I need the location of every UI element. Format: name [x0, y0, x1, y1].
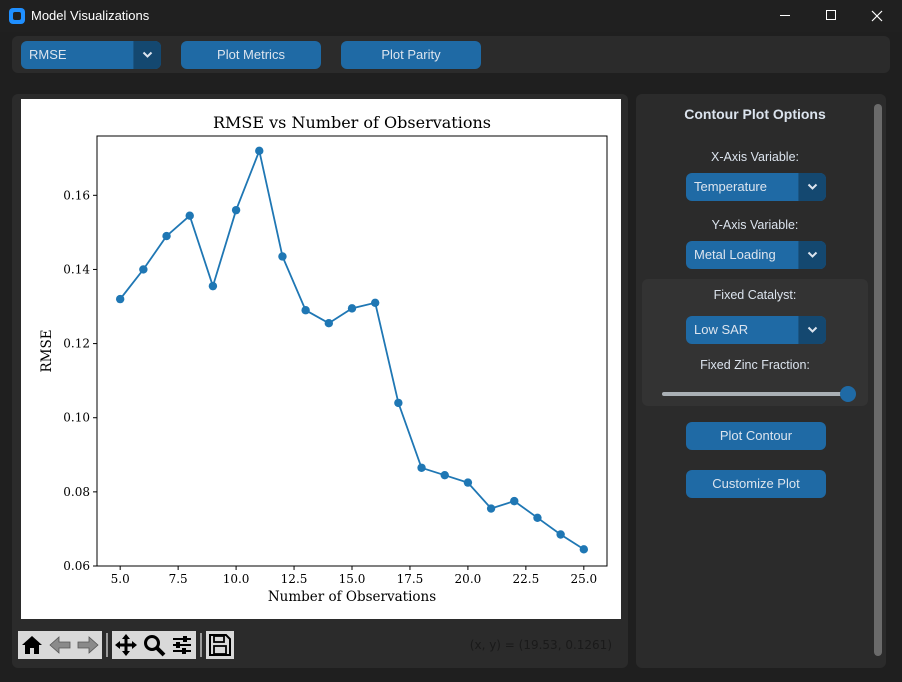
metric-select[interactable]: RMSE	[21, 41, 161, 69]
chevron-down-icon	[142, 51, 153, 58]
x-tick-label: 5.0	[111, 572, 130, 586]
app-icon	[9, 8, 25, 24]
title-bar: Model Visualizations	[0, 0, 902, 32]
chevron-down-icon	[807, 183, 818, 190]
y-tick-label: 0.16	[63, 188, 90, 202]
data-point	[185, 211, 194, 220]
data-point	[301, 306, 310, 315]
data-point	[533, 513, 542, 523]
configure-subplots-icon	[173, 636, 191, 654]
window-title: Model Visualizations	[31, 8, 150, 23]
back-icon	[49, 636, 71, 654]
data-point	[394, 398, 403, 408]
x-tick-label: 10.0	[223, 572, 250, 586]
y-axis-label: RMSE	[39, 329, 55, 372]
forward-icon	[77, 636, 99, 654]
panel-scrollbar[interactable]	[874, 104, 882, 656]
data-point	[231, 205, 241, 215]
data-point	[139, 265, 148, 274]
plot-parity-button[interactable]: Plot Parity	[341, 41, 481, 69]
x-axis-variable-select[interactable]: Temperature	[686, 173, 826, 201]
data-point	[162, 231, 171, 241]
x-tick-label: 22.5	[513, 572, 540, 586]
data-point	[556, 530, 565, 539]
configure-subplots-button[interactable]	[168, 631, 196, 659]
zoom-icon	[144, 635, 166, 657]
metric-select-value: RMSE	[29, 47, 67, 62]
home-button[interactable]	[18, 631, 46, 659]
fixed-catalyst-value: Low SAR	[694, 322, 749, 337]
close-button[interactable]	[854, 0, 900, 32]
y-tick-label: 0.06	[63, 559, 90, 573]
x-tick-label: 20.0	[455, 572, 482, 586]
home-icon	[22, 636, 42, 654]
plot-axes	[96, 135, 608, 567]
back-button[interactable]	[46, 631, 74, 659]
chart-title: RMSE vs Number of Observations	[213, 113, 491, 132]
data-point	[347, 304, 357, 313]
minimize-icon	[780, 15, 790, 16]
metric-select-dropdown[interactable]	[133, 41, 161, 69]
zinc-fraction-slider-handle[interactable]	[840, 386, 856, 402]
data-point	[579, 545, 589, 554]
x-tick-label: 7.5	[169, 572, 188, 586]
data-point	[370, 298, 380, 308]
forward-button[interactable]	[74, 631, 102, 659]
chart: RMSE vs Number of Observations Number of…	[39, 113, 608, 605]
fixed-zinc-fraction-label: Fixed Zinc Fraction:	[700, 358, 810, 372]
x-tick-label: 17.5	[397, 572, 424, 586]
y-axis-variable-label: Y-Axis Variable:	[711, 218, 799, 232]
toolbar-separator	[200, 633, 202, 657]
zoom-button[interactable]	[140, 631, 168, 659]
y-axis-variable-select[interactable]: Metal Loading	[686, 241, 826, 269]
fixed-catalyst-dropdown[interactable]	[798, 316, 826, 344]
chevron-down-icon	[807, 326, 818, 333]
save-button[interactable]	[206, 631, 234, 659]
x-tick-label: 25.0	[570, 572, 597, 586]
data-point	[208, 281, 218, 291]
panel-title: Contour Plot Options	[684, 106, 826, 122]
pan-button[interactable]	[112, 631, 140, 659]
y-tick-label: 0.14	[63, 262, 90, 276]
data-point	[417, 463, 426, 472]
y-axis-variable-dropdown[interactable]	[798, 241, 826, 269]
plot-canvas[interactable]: RMSE vs Number of Observations Number of…	[21, 99, 621, 619]
data-point	[486, 504, 496, 513]
y-tick-label: 0.08	[63, 485, 90, 499]
data-point	[440, 470, 449, 480]
plot-contour-button[interactable]: Plot Contour	[686, 422, 826, 450]
chevron-down-icon	[807, 251, 818, 258]
data-point	[278, 252, 287, 261]
y-tick-label: 0.12	[63, 337, 90, 351]
data-point	[510, 496, 519, 506]
y-axis-variable-value: Metal Loading	[694, 247, 776, 262]
y-tick-label: 0.10	[63, 411, 90, 425]
fixed-catalyst-select[interactable]: Low SAR	[686, 316, 826, 344]
data-point	[115, 294, 125, 304]
x-axis-variable-dropdown[interactable]	[798, 173, 826, 201]
save-icon	[209, 634, 231, 656]
pan-icon	[115, 634, 137, 656]
data-point	[463, 478, 473, 487]
maximize-button[interactable]	[808, 0, 854, 32]
data-point	[324, 318, 334, 328]
fixed-catalyst-label: Fixed Catalyst:	[713, 288, 797, 302]
maximize-icon	[826, 10, 836, 20]
plot-metrics-button[interactable]: Plot Metrics	[181, 41, 321, 69]
toolbar-separator	[106, 633, 108, 657]
x-axis-variable-label: X-Axis Variable:	[711, 150, 799, 164]
series-line	[119, 147, 585, 551]
x-axis-label: Number of Observations	[268, 589, 436, 605]
cursor-coordinates: (x, y) = (19.53, 0.1261)	[469, 638, 612, 652]
close-icon	[871, 10, 883, 22]
minimize-button[interactable]	[762, 0, 808, 32]
zinc-fraction-slider[interactable]	[662, 392, 848, 396]
customize-plot-button[interactable]: Customize Plot	[686, 470, 826, 498]
x-axis-variable-value: Temperature	[694, 179, 767, 194]
data-point	[255, 146, 264, 156]
x-tick-label: 12.5	[281, 572, 308, 586]
x-tick-label: 15.0	[339, 572, 366, 586]
